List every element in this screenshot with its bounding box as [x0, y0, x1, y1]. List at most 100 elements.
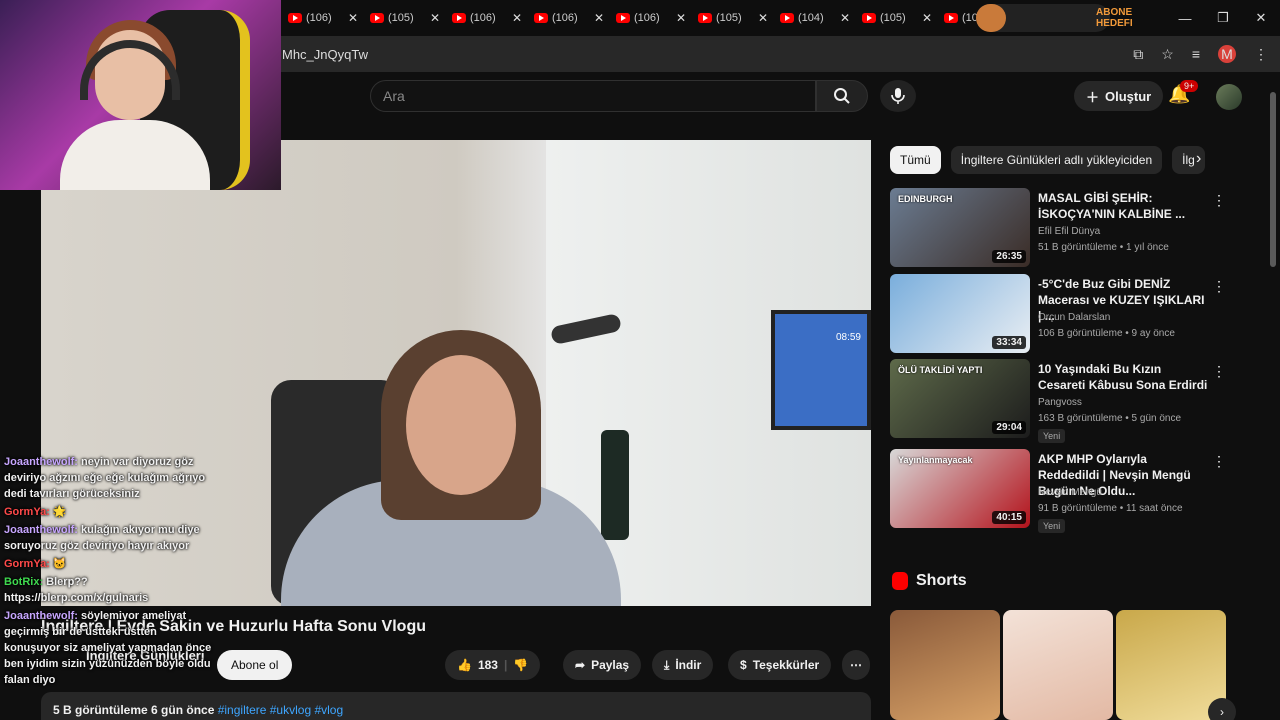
- tab-close-icon[interactable]: ✕: [758, 11, 768, 25]
- plus-icon: ＋: [1086, 89, 1100, 105]
- short-thumbnail[interactable]: [1003, 610, 1113, 720]
- video-thumbnail[interactable]: 33:34: [890, 274, 1030, 353]
- filter-chips: Tümü İngiltere Günlükleri adlı yükleyicid…: [890, 146, 1205, 174]
- search-button[interactable]: [816, 80, 868, 112]
- install-app-icon[interactable]: ⧉: [1133, 46, 1143, 63]
- recommended-channel[interactable]: Pangvoss: [1038, 397, 1082, 408]
- filter-chip[interactable]: Tümü: [890, 146, 941, 174]
- media-control-icon[interactable]: ≡: [1192, 46, 1200, 62]
- create-button[interactable]: ＋ Oluştur: [1074, 81, 1164, 111]
- search-icon: [834, 88, 850, 104]
- youtube-icon: [780, 13, 794, 23]
- share-button[interactable]: ➦ Paylaş: [563, 650, 642, 680]
- more-actions-button[interactable]: ⋯: [842, 650, 870, 680]
- browser-tab[interactable]: (105) ✕: [856, 4, 938, 32]
- user-avatar[interactable]: [1216, 84, 1242, 110]
- chevron-right-icon[interactable]: ›: [1196, 150, 1201, 168]
- download-icon: ⤓: [664, 657, 670, 672]
- browser-menu-icon[interactable]: ⋮: [1254, 46, 1268, 63]
- recommended-meta: 163 B görüntüleme • 5 gün önce: [1038, 413, 1182, 424]
- video-duration: 33:34: [992, 336, 1026, 349]
- thanks-button[interactable]: $ Teşekkürler: [728, 650, 832, 680]
- tab-close-icon[interactable]: ✕: [348, 11, 358, 25]
- dislike-icon[interactable]: 👎: [513, 658, 528, 672]
- subscribe-button[interactable]: Abone ol: [217, 650, 293, 680]
- more-options-icon[interactable]: ⋮: [1212, 278, 1226, 295]
- tab-label: (106): [552, 12, 578, 24]
- profile-avatar[interactable]: M: [1218, 45, 1236, 63]
- recommended-channel[interactable]: Efil Efil Dünya: [1038, 226, 1100, 237]
- subscriber-goal-label: ABONE HEDEFI: [1096, 7, 1133, 29]
- video-thumbnail[interactable]: ÖLÜ TAKLİDİ YAPTI 29:04: [890, 359, 1030, 438]
- tab-close-icon[interactable]: ✕: [594, 11, 604, 25]
- thanks-icon: $: [740, 658, 747, 672]
- shorts-next-button[interactable]: ›: [1208, 698, 1236, 720]
- video-duration: 29:04: [992, 421, 1026, 434]
- tab-label: (105): [388, 12, 414, 24]
- minimize-button[interactable]: —: [1166, 0, 1204, 36]
- more-options-icon[interactable]: ⋮: [1212, 363, 1226, 380]
- close-window-button[interactable]: ✕: [1242, 0, 1280, 36]
- more-options-icon[interactable]: ⋮: [1212, 192, 1226, 209]
- youtube-icon: [862, 13, 876, 23]
- browser-tab[interactable]: (106) ✕: [610, 4, 692, 32]
- recommended-video[interactable]: ÖLÜ TAKLİDİ YAPTI 29:04 10 Yaşındaki Bu Kı…: [890, 359, 1226, 443]
- browser-tab[interactable]: (106) ✕: [282, 4, 364, 32]
- more-options-icon[interactable]: ⋮: [1212, 453, 1226, 470]
- thumbnail-text: ÖLÜ TAKLİDİ YAPTI: [898, 365, 983, 375]
- tab-close-icon[interactable]: ✕: [840, 11, 850, 25]
- browser-tab[interactable]: (105) ✕: [692, 4, 774, 32]
- url-text[interactable]: Mhc_JnQyqTw: [282, 47, 368, 62]
- more-icon: ⋯: [850, 658, 862, 672]
- video-duration: 26:35: [992, 250, 1026, 263]
- page-scrollbar[interactable]: [1270, 92, 1276, 267]
- subscriber-goal-progress: [976, 4, 1006, 32]
- thumbnail-text: Yayınlanmayacak: [898, 455, 973, 465]
- recommended-meta: 106 B görüntüleme • 9 ay önce: [1038, 328, 1175, 339]
- recommended-video[interactable]: 33:34 -5°C'de Buz Gibi DENİZ Macerası ve …: [890, 274, 1226, 354]
- video-laptop: 08:59: [771, 310, 871, 430]
- divider: |: [503, 658, 508, 672]
- thumbnail-text: EDINBURGH: [898, 194, 953, 204]
- notification-badge: 9+: [1180, 80, 1199, 92]
- download-button[interactable]: ⤓ İndir: [652, 650, 714, 680]
- tab-close-icon[interactable]: ✕: [430, 11, 440, 25]
- tab-close-icon[interactable]: ✕: [676, 11, 686, 25]
- tab-close-icon[interactable]: ✕: [922, 11, 932, 25]
- video-description[interactable]: 5 B görüntüleme 6 gün önce #ingiltere #u…: [41, 692, 871, 720]
- video-thumbnail[interactable]: Yayınlanmayacak 40:15: [890, 449, 1030, 528]
- youtube-icon: [698, 13, 712, 23]
- chat-username: GormYa:: [4, 506, 50, 518]
- recommended-title[interactable]: MASAL GİBİ ŞEHİR: İSKOÇYA'NIN KALBİNE ..…: [1038, 190, 1208, 222]
- tab-label: (105): [880, 12, 906, 24]
- maximize-button[interactable]: ❐: [1204, 0, 1242, 36]
- chat-username: Joaanthewolf:: [4, 610, 78, 622]
- recommended-title[interactable]: 10 Yaşındaki Bu Kızın Cesareti Kâbusu So…: [1038, 361, 1208, 393]
- desc-tags[interactable]: #ingiltere #ukvlog #vlog: [218, 703, 343, 717]
- filter-chip[interactable]: İngiltere Günlükleri adlı yükleyiciden: [950, 146, 1163, 174]
- notifications-button[interactable]: 🔔 9+: [1168, 80, 1199, 105]
- browser-tab[interactable]: (106) ✕: [446, 4, 528, 32]
- search-input[interactable]: Ara: [370, 80, 816, 112]
- like-dislike-group: 👍 183 | 👎: [445, 650, 541, 680]
- stream-chat-overlay: Joaanthewolf: neyin var diyoruz göz devi…: [4, 454, 214, 690]
- youtube-icon: [370, 13, 384, 23]
- recommended-video[interactable]: EDINBURGH 26:35 MASAL GİBİ ŞEHİR: İSKOÇYA'…: [890, 188, 1226, 268]
- browser-tab[interactable]: (106) ✕: [528, 4, 610, 32]
- recommended-channel[interactable]: Orçun Dalarslan: [1038, 312, 1110, 323]
- browser-tab[interactable]: (105) ✕: [364, 4, 446, 32]
- video-thumbnail[interactable]: EDINBURGH 26:35: [890, 188, 1030, 267]
- bookmark-star-icon[interactable]: ☆: [1161, 46, 1174, 63]
- like-count[interactable]: 183: [478, 658, 498, 672]
- recommended-video[interactable]: Yayınlanmayacak 40:15 AKP MHP Oylarıyla Re…: [890, 449, 1226, 533]
- short-thumbnail[interactable]: [890, 610, 1000, 720]
- like-icon[interactable]: 👍: [457, 658, 472, 672]
- recommended-channel[interactable]: Nevşin Mengü: [1038, 487, 1102, 498]
- browser-tab[interactable]: (104) ✕: [774, 4, 856, 32]
- youtube-icon: [616, 13, 630, 23]
- voice-search-button[interactable]: [880, 80, 916, 112]
- tab-close-icon[interactable]: ✕: [512, 11, 522, 25]
- microphone-icon: [891, 88, 905, 104]
- tab-label: (105): [716, 12, 742, 24]
- create-label: Oluştur: [1105, 88, 1152, 104]
